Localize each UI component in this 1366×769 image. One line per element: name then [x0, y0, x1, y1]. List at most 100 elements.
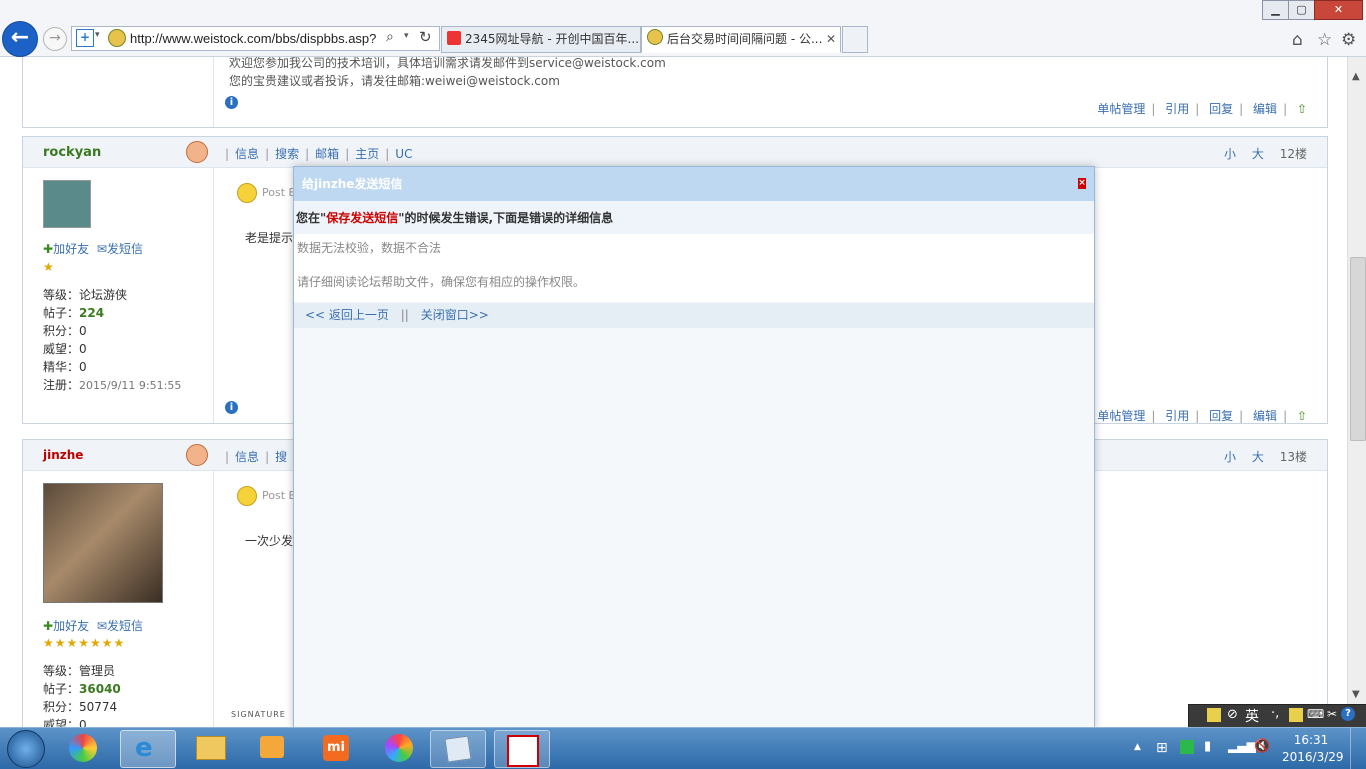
- user-homepage-link[interactable]: 主页: [355, 147, 379, 161]
- page-scrollbar[interactable]: ▲ ▼: [1347, 57, 1366, 727]
- favorites-star-icon[interactable]: ☆: [1317, 30, 1332, 50]
- ime-block-icon[interactable]: ⊘: [1227, 707, 1238, 722]
- modal-close-button[interactable]: ×: [1078, 178, 1086, 189]
- error-action: 保存发送短信: [326, 211, 399, 225]
- user-search-link[interactable]: 搜索: [275, 147, 299, 161]
- taskbar-ie-icon[interactable]: e: [120, 730, 176, 768]
- rank-stars-icon: ★★★★★★★: [43, 636, 126, 650]
- tray-green-icon[interactable]: [1180, 740, 1194, 754]
- arrow-right-icon: →: [49, 30, 61, 46]
- tab-close-icon[interactable]: ✕: [826, 27, 836, 51]
- user-quick-actions: ✚加好友 ✉发短信: [43, 240, 143, 257]
- username[interactable]: jinzhe: [43, 448, 83, 462]
- quote-link[interactable]: 引用: [1165, 409, 1189, 423]
- taskbar-browser-icon[interactable]: [372, 730, 426, 766]
- url-text[interactable]: http://www.weistock.com/bbs/dispbbs.asp?: [130, 31, 380, 46]
- font-large-link[interactable]: 大: [1252, 147, 1264, 161]
- add-friend-link[interactable]: 加好友: [53, 619, 89, 633]
- manage-post-link[interactable]: 单帖管理: [1097, 102, 1145, 116]
- send-message-modal: 给jinzhe发送短信 × 您在"保存发送短信"的时候发生错误,下面是错误的详细…: [293, 166, 1095, 729]
- font-large-link[interactable]: 大: [1252, 450, 1264, 464]
- rank-star-icon: ★: [43, 260, 54, 274]
- taskbar-explorer-icon[interactable]: [183, 730, 237, 766]
- show-desktop-button[interactable]: [1350, 728, 1366, 769]
- back-button[interactable]: ←: [2, 21, 38, 57]
- edit-link[interactable]: 编辑: [1253, 409, 1277, 423]
- settings-gear-icon[interactable]: ⚙: [1341, 30, 1356, 50]
- ime-toolbar: ⊘ 英 ·, ⌨ ✂ ?: [1188, 704, 1366, 728]
- window-close-button[interactable]: ✕: [1314, 0, 1363, 20]
- ime-keyboard-icon[interactable]: ⌨: [1307, 707, 1324, 721]
- quote-link[interactable]: 引用: [1165, 102, 1189, 116]
- add-friend-icon: ✚: [43, 242, 54, 256]
- maximize-button[interactable]: ▢: [1288, 0, 1315, 20]
- new-tab-button[interactable]: [842, 26, 868, 53]
- floor-info: 小 大 12楼: [1224, 145, 1307, 162]
- avatar[interactable]: [43, 180, 91, 228]
- username[interactable]: rockyan: [43, 145, 101, 160]
- forward-button[interactable]: →: [43, 27, 67, 51]
- user-info-link[interactable]: 信息: [235, 147, 259, 161]
- top-arrow-icon[interactable]: ⇧: [1297, 102, 1307, 116]
- send-message-link[interactable]: 发短信: [107, 242, 143, 256]
- refresh-icon[interactable]: ↻: [419, 28, 432, 46]
- user-info-link[interactable]: 信息: [235, 450, 259, 464]
- ime-skin-icon[interactable]: [1289, 708, 1303, 722]
- modal-title: 给jinzhe发送短信: [302, 177, 403, 191]
- show-hidden-icons[interactable]: ▲: [1134, 742, 1141, 752]
- taskbar-trading-app-icon[interactable]: [494, 730, 550, 768]
- taskbar-media-icon[interactable]: [246, 730, 300, 766]
- taskbar-mi-icon[interactable]: mi: [309, 730, 363, 766]
- floor-number: 13楼: [1279, 450, 1307, 464]
- ime-punct-icon[interactable]: ·,: [1271, 706, 1279, 721]
- tab-2345-nav[interactable]: 2345网址导航 - 开创中国百年...: [441, 26, 641, 53]
- arrow-left-icon: ←: [10, 25, 30, 50]
- font-small-link[interactable]: 小: [1224, 147, 1236, 161]
- scroll-up-icon[interactable]: ▲: [1352, 71, 1360, 82]
- start-button[interactable]: [7, 730, 45, 768]
- signature-label: SIGNATURE: [231, 710, 286, 719]
- info-icon[interactable]: i: [225, 96, 238, 109]
- address-bar[interactable]: + ▾ http://www.weistock.com/bbs/dispbbs.…: [71, 26, 440, 51]
- taskbar-app-pinned-icon[interactable]: [57, 730, 111, 766]
- user-email-link[interactable]: 邮箱: [315, 147, 339, 161]
- windows-flag-icon[interactable]: ⊞: [1156, 740, 1168, 756]
- top-arrow-icon[interactable]: ⇧: [1297, 409, 1307, 423]
- tray-clock[interactable]: 16:31 2016/3/29: [1282, 732, 1344, 766]
- signature-line-1: 欢迎您参加我公司的技术培训，具体培训需求请发邮件到service@weistoc…: [229, 57, 666, 70]
- user-links: | 信息 | 搜索 | 邮箱 | 主页 | UC: [225, 147, 413, 161]
- search-icon[interactable]: ⌕: [386, 29, 394, 45]
- send-message-link[interactable]: 发短信: [107, 619, 143, 633]
- ime-lang-toggle[interactable]: 英: [1245, 706, 1259, 726]
- taskbar-notepad-icon[interactable]: [430, 730, 486, 768]
- ime-help-icon[interactable]: ?: [1341, 707, 1355, 721]
- user-uc-link[interactable]: UC: [395, 147, 412, 161]
- scroll-down-icon[interactable]: ▼: [1352, 689, 1360, 700]
- avatar[interactable]: [43, 483, 163, 603]
- error-heading: 您在"保存发送短信"的时候发生错误,下面是错误的详细信息: [294, 201, 1094, 235]
- volume-muted-icon[interactable]: 🔇: [1254, 739, 1270, 754]
- back-link[interactable]: << 返回上一页: [305, 308, 389, 322]
- reply-link[interactable]: 回复: [1209, 102, 1233, 116]
- network-signal-icon[interactable]: ▂▄▆: [1228, 739, 1256, 753]
- reply-link[interactable]: 回复: [1209, 409, 1233, 423]
- edit-link[interactable]: 编辑: [1253, 102, 1277, 116]
- chevron-down-icon[interactable]: ▾: [404, 31, 409, 41]
- chevron-down-icon[interactable]: ▾: [95, 30, 100, 40]
- tab-current-page[interactable]: 后台交易时间间隔问题 - 公... ✕: [641, 26, 841, 53]
- info-icon[interactable]: i: [225, 401, 238, 414]
- user-search-link[interactable]: 搜: [275, 450, 287, 464]
- ime-tools-icon[interactable]: ✂: [1327, 707, 1337, 721]
- gender-avatar-icon: [186, 141, 208, 163]
- home-icon[interactable]: ⌂: [1292, 30, 1303, 50]
- add-friend-link[interactable]: 加好友: [53, 242, 89, 256]
- ime-logo-icon[interactable]: [1207, 708, 1221, 722]
- tray-device-icon[interactable]: ▮: [1204, 739, 1211, 754]
- font-small-link[interactable]: 小: [1224, 450, 1236, 464]
- floor-number: 12楼: [1279, 147, 1307, 161]
- compat-view-icon[interactable]: +: [76, 29, 94, 47]
- minimize-button[interactable]: ▁: [1262, 0, 1289, 20]
- scroll-thumb[interactable]: [1350, 257, 1366, 441]
- close-window-link[interactable]: 关闭窗口>>: [421, 308, 489, 322]
- manage-post-link[interactable]: 单帖管理: [1097, 409, 1145, 423]
